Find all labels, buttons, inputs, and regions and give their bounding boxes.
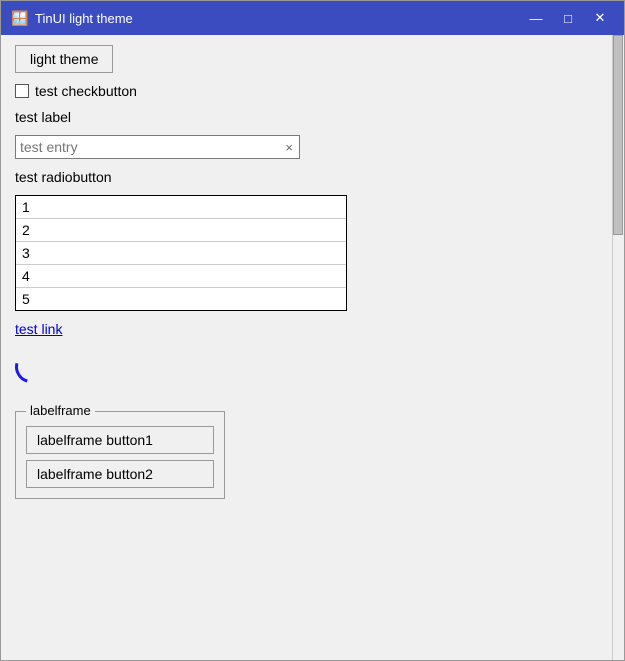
- list-item[interactable]: 3: [16, 242, 346, 265]
- list-item[interactable]: 1: [16, 196, 346, 219]
- entry-wrapper[interactable]: ×: [15, 135, 300, 159]
- scrollbar[interactable]: [612, 35, 624, 660]
- window-title: TinUI light theme: [35, 11, 133, 26]
- radiobutton-label: test radiobutton: [15, 169, 112, 185]
- checkbutton-box[interactable]: [15, 84, 29, 98]
- button-row: light theme: [15, 45, 598, 73]
- test-label: test label: [15, 109, 71, 125]
- main-content: light theme test checkbutton test label …: [1, 35, 612, 660]
- list-item[interactable]: 5: [16, 288, 346, 310]
- title-bar-left: 🪟 TinUI light theme: [11, 10, 133, 26]
- labelframe-button2[interactable]: labelframe button2: [26, 460, 214, 488]
- checkbutton-label: test checkbutton: [35, 83, 137, 99]
- entry-clear-icon[interactable]: ×: [283, 140, 295, 155]
- app-icon: 🪟: [11, 10, 27, 26]
- listbox[interactable]: 1 2 3 4 5: [15, 195, 347, 311]
- list-item[interactable]: 4: [16, 265, 346, 288]
- test-link[interactable]: test link: [15, 321, 62, 337]
- test-entry[interactable]: [20, 139, 283, 155]
- app-window: 🪟 TinUI light theme — □ ✕ light theme te…: [0, 0, 625, 661]
- list-item[interactable]: 2: [16, 219, 346, 242]
- link-row: test link: [15, 321, 598, 337]
- labelframe: labelframe labelframe button1 labelframe…: [15, 411, 225, 499]
- minimize-button[interactable]: —: [522, 7, 550, 29]
- spinner-arc: [9, 345, 53, 389]
- spinner-wrapper: [15, 351, 55, 391]
- labelframe-button1[interactable]: labelframe button1: [26, 426, 214, 454]
- labelframe-content: labelframe button1 labelframe button2: [26, 426, 214, 488]
- content-area: light theme test checkbutton test label …: [1, 35, 624, 660]
- radiobutton-label-row: test radiobutton: [15, 169, 598, 185]
- light-theme-button[interactable]: light theme: [15, 45, 113, 73]
- maximize-button[interactable]: □: [554, 7, 582, 29]
- title-bar: 🪟 TinUI light theme — □ ✕: [1, 1, 624, 35]
- labelframe-title: labelframe: [26, 403, 95, 418]
- label-row: test label: [15, 109, 598, 125]
- close-button[interactable]: ✕: [586, 7, 614, 29]
- title-bar-controls: — □ ✕: [522, 7, 614, 29]
- scrollbar-thumb[interactable]: [613, 35, 623, 235]
- checkbutton-row[interactable]: test checkbutton: [15, 83, 598, 99]
